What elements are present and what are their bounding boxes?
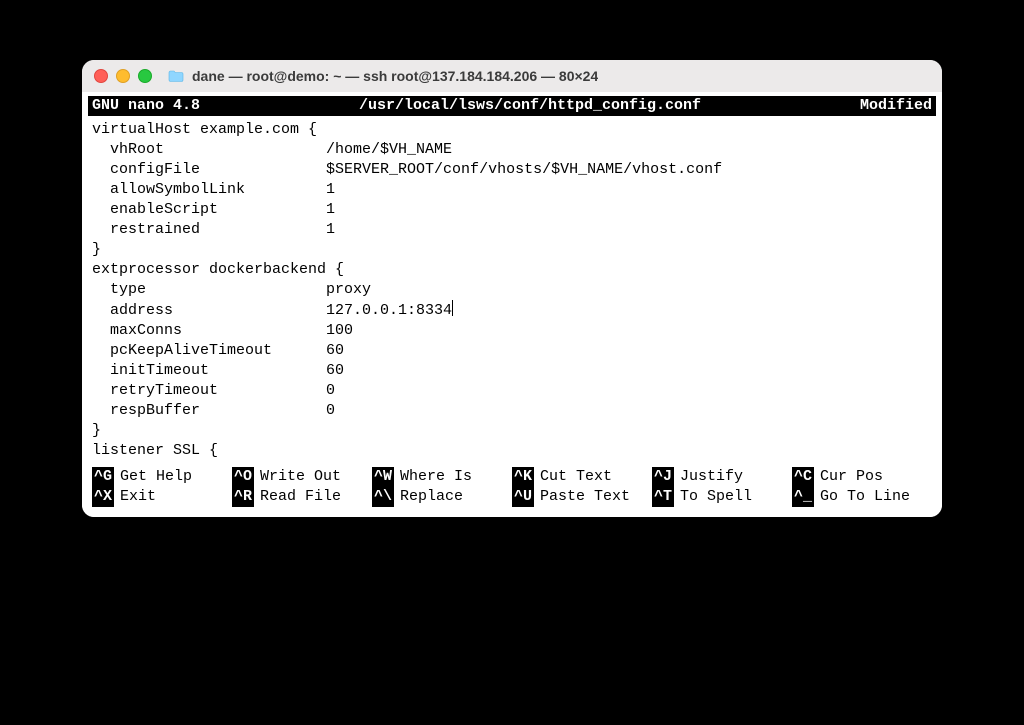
shortcut-label: Replace xyxy=(400,487,463,507)
window-title: dane — root@demo: ~ — ssh root@137.184.1… xyxy=(192,68,598,84)
editor-line[interactable]: maxConns 100 xyxy=(92,321,932,341)
shortcut-item: ^C Cur Pos xyxy=(792,467,932,487)
shortcut-item: ^R Read File xyxy=(232,487,372,507)
shortcut-key: ^\ xyxy=(372,487,394,507)
shortcut-item: ^J Justify xyxy=(652,467,792,487)
editor-line[interactable]: extprocessor dockerbackend { xyxy=(92,260,932,280)
shortcut-item: ^G Get Help xyxy=(92,467,232,487)
close-window-button[interactable] xyxy=(94,69,108,83)
nano-status-bar: GNU nano 4.8 /usr/local/lsws/conf/httpd_… xyxy=(88,96,936,116)
nano-shortcut-bar: ^G Get Help ^O Write Out ^W Where Is ^K Cut Tex… xyxy=(88,461,936,507)
shortcut-item: ^T To Spell xyxy=(652,487,792,507)
editor-line[interactable]: } xyxy=(92,240,932,260)
shortcut-label: Get Help xyxy=(120,467,192,487)
shortcut-row: ^G Get Help ^O Write Out ^W Where Is ^K Cut Tex… xyxy=(92,467,932,487)
shortcut-item: ^X Exit xyxy=(92,487,232,507)
editor-line[interactable]: initTimeout 60 xyxy=(92,361,932,381)
terminal-area[interactable]: GNU nano 4.8 /usr/local/lsws/conf/httpd_… xyxy=(82,92,942,517)
nano-app-name: GNU nano 4.8 xyxy=(92,96,230,116)
shortcut-label: Exit xyxy=(120,487,156,507)
minimize-window-button[interactable] xyxy=(116,69,130,83)
shortcut-label: Write Out xyxy=(260,467,341,487)
shortcut-item: ^O Write Out xyxy=(232,467,372,487)
editor-line[interactable]: vhRoot /home/$VH_NAME xyxy=(92,140,932,160)
shortcut-item: ^_ Go To Line xyxy=(792,487,932,507)
shortcut-key: ^U xyxy=(512,487,534,507)
shortcut-key: ^R xyxy=(232,487,254,507)
nano-file-state: Modified xyxy=(830,96,932,116)
editor-line[interactable]: type proxy xyxy=(92,280,932,300)
shortcut-key: ^C xyxy=(792,467,814,487)
shortcut-label: Go To Line xyxy=(820,487,910,507)
editor-line[interactable]: enableScript 1 xyxy=(92,200,932,220)
shortcut-key: ^O xyxy=(232,467,254,487)
editor-line[interactable]: listener SSL { xyxy=(92,441,932,461)
shortcut-key: ^J xyxy=(652,467,674,487)
shortcut-label: Where Is xyxy=(400,467,472,487)
editor-line[interactable]: pcKeepAliveTimeout 60 xyxy=(92,341,932,361)
terminal-window: dane — root@demo: ~ — ssh root@137.184.1… xyxy=(82,60,942,517)
window-titlebar: dane — root@demo: ~ — ssh root@137.184.1… xyxy=(82,60,942,92)
nano-file-path: /usr/local/lsws/conf/httpd_config.conf xyxy=(230,96,830,116)
shortcut-item: ^U Paste Text xyxy=(512,487,652,507)
editor-line[interactable]: } xyxy=(92,421,932,441)
editor-body[interactable]: virtualHost example.com { vhRoot /home/$… xyxy=(88,116,936,461)
shortcut-row: ^X Exit ^R Read File ^\ Replace ^U Paste Text ^T… xyxy=(92,487,932,507)
shortcut-key: ^W xyxy=(372,467,394,487)
editor-line[interactable]: allowSymbolLink 1 xyxy=(92,180,932,200)
shortcut-label: Read File xyxy=(260,487,341,507)
shortcut-label: To Spell xyxy=(680,487,752,507)
shortcut-item: ^\ Replace xyxy=(372,487,512,507)
shortcut-label: Cut Text xyxy=(540,467,612,487)
shortcut-key: ^K xyxy=(512,467,534,487)
folder-icon xyxy=(168,70,184,82)
shortcut-label: Paste Text xyxy=(540,487,630,507)
window-controls xyxy=(94,69,152,83)
editor-line[interactable]: address 127.0.0.1:8334 xyxy=(92,300,932,321)
shortcut-label: Justify xyxy=(680,467,743,487)
zoom-window-button[interactable] xyxy=(138,69,152,83)
shortcut-key: ^_ xyxy=(792,487,814,507)
text-cursor xyxy=(452,300,453,316)
shortcut-key: ^X xyxy=(92,487,114,507)
editor-line[interactable]: virtualHost example.com { xyxy=(92,120,932,140)
editor-line[interactable]: respBuffer 0 xyxy=(92,401,932,421)
shortcut-item: ^K Cut Text xyxy=(512,467,652,487)
shortcut-key: ^T xyxy=(652,487,674,507)
shortcut-label: Cur Pos xyxy=(820,467,883,487)
editor-line[interactable]: retryTimeout 0 xyxy=(92,381,932,401)
shortcut-key: ^G xyxy=(92,467,114,487)
editor-line[interactable]: restrained 1 xyxy=(92,220,932,240)
editor-line[interactable]: configFile $SERVER_ROOT/conf/vhosts/$VH_… xyxy=(92,160,932,180)
shortcut-item: ^W Where Is xyxy=(372,467,512,487)
